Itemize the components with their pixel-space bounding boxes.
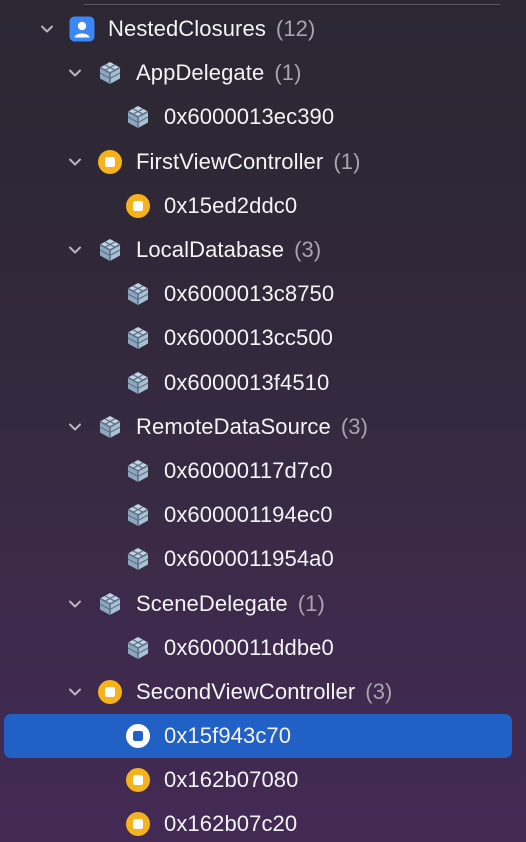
object-icon	[97, 149, 123, 175]
chevron-down-icon[interactable]	[67, 684, 83, 700]
group-label: SceneDelegate	[136, 590, 288, 616]
cube-icon	[125, 370, 151, 396]
top-divider	[84, 4, 500, 5]
group-count: (3)	[294, 237, 322, 263]
tree-row-localdatabase[interactable]: LocalDatabase (3)	[0, 228, 526, 272]
group-count: (3)	[340, 413, 369, 439]
tree-row-secondviewcontroller[interactable]: SecondViewController (3)	[0, 670, 526, 714]
cube-icon	[97, 237, 123, 263]
group-count: (1)	[297, 590, 325, 616]
group-list: AppDelegate (1) 0x6000013ec390 FirstViewCon…	[0, 51, 526, 842]
tree-row-instance[interactable]: 0x15ed2ddc0	[0, 184, 526, 228]
object-icon	[125, 767, 151, 793]
instance-address: 0x6000011ddbe0	[164, 634, 334, 660]
chevron-down-icon[interactable]	[67, 419, 83, 435]
group-label: FirstViewController	[136, 148, 324, 174]
chevron-down-icon[interactable]	[67, 242, 83, 258]
object-icon	[97, 679, 123, 705]
chevron-down-icon[interactable]	[39, 21, 55, 37]
group-count: (1)	[274, 60, 302, 86]
object-icon	[125, 723, 151, 749]
root-count: (12)	[275, 16, 316, 42]
tree-row-instance[interactable]: 0x162b07c20	[0, 802, 526, 842]
object-icon	[125, 811, 151, 837]
person-icon	[69, 16, 95, 42]
root-label: NestedClosures	[108, 16, 266, 42]
tree-row-instance[interactable]: 0x6000013f4510	[0, 361, 526, 405]
tree-row-instance[interactable]: 0x6000011ddbe0	[0, 626, 526, 670]
cube-icon	[97, 591, 123, 617]
cube-icon	[125, 635, 151, 661]
cube-icon	[125, 502, 151, 528]
instance-address: 0x6000013cc500	[164, 325, 333, 351]
chevron-down-icon[interactable]	[67, 65, 83, 81]
tree-row-scenedelegate[interactable]: SceneDelegate (1)	[0, 581, 526, 625]
chevron-down-icon[interactable]	[67, 596, 83, 612]
group-count: (1)	[333, 148, 361, 174]
tree-row-remotedatasource[interactable]: RemoteDataSource (3)	[0, 405, 526, 449]
tree-row-nestedclosures[interactable]: NestedClosures (12)	[0, 7, 526, 51]
instance-address: 0x600001194ec0	[164, 502, 333, 528]
cube-icon	[125, 281, 151, 307]
tree-row-instance[interactable]: 0x6000013c8750	[0, 272, 526, 316]
instance-address: 0x15f943c70	[164, 723, 292, 749]
cube-icon	[97, 414, 123, 440]
cube-icon	[125, 546, 151, 572]
tree-row-appdelegate[interactable]: AppDelegate (1)	[0, 51, 526, 95]
cube-icon	[125, 104, 151, 130]
tree-row-instance[interactable]: 0x6000011954a0	[0, 537, 526, 581]
cube-icon	[125, 325, 151, 351]
tree-row-instance[interactable]: 0x600001194ec0	[0, 493, 526, 537]
instance-address: 0x162b07080	[164, 767, 299, 793]
instance-address: 0x15ed2ddc0	[164, 192, 298, 218]
instance-address: 0x6000011954a0	[164, 546, 334, 572]
group-label: RemoteDataSource	[136, 413, 331, 439]
tree-row-firstviewcontroller[interactable]: FirstViewController (1)	[0, 140, 526, 184]
memory-graph-navigator: NestedClosures (12) AppDelegate (1) 0x60000…	[0, 7, 526, 842]
group-label: SecondViewController	[136, 678, 356, 704]
object-icon	[125, 193, 151, 219]
tree-row-instance[interactable]: 0x6000013ec390	[0, 95, 526, 139]
instance-address: 0x162b07c20	[164, 811, 298, 837]
instance-address: 0x6000013ec390	[164, 104, 335, 130]
tree-row-instance[interactable]: 0x162b07080	[0, 758, 526, 802]
cube-icon	[125, 458, 151, 484]
group-label: AppDelegate	[136, 60, 265, 86]
group-label: LocalDatabase	[136, 237, 285, 263]
tree-row-instance[interactable]: 0x60000117d7c0	[0, 449, 526, 493]
cube-icon	[97, 60, 123, 86]
group-count: (3)	[365, 678, 393, 704]
tree-row-instance[interactable]: 0x6000013cc500	[0, 316, 526, 360]
chevron-down-icon[interactable]	[67, 154, 83, 170]
instance-address: 0x60000117d7c0	[164, 457, 333, 483]
instance-address: 0x6000013c8750	[164, 281, 335, 307]
instance-address: 0x6000013f4510	[164, 369, 330, 395]
tree-row-instance-selected[interactable]: 0x15f943c70	[0, 714, 526, 759]
